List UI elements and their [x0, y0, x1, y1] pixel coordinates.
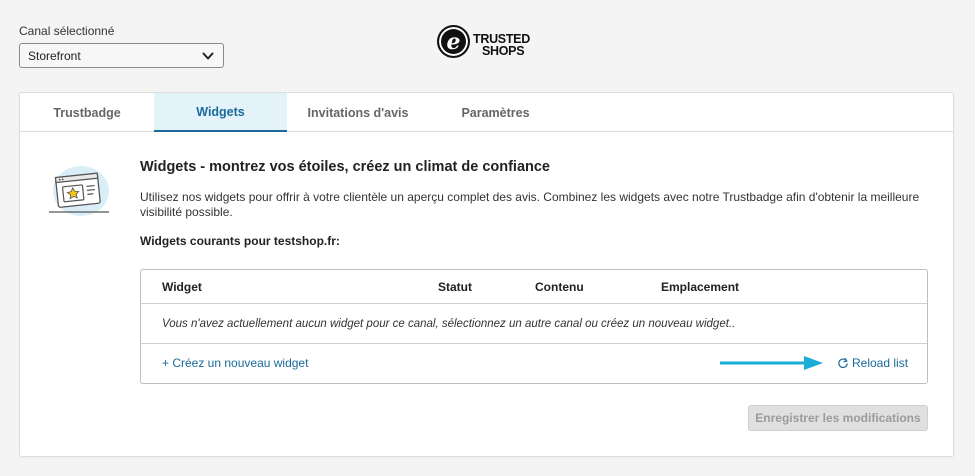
- current-widgets-label: Widgets courants pour testshop.fr:: [140, 234, 340, 248]
- reload-list-button[interactable]: Reload list: [837, 356, 908, 370]
- tab-bar: Trustbadge Widgets Invitations d'avis Pa…: [20, 93, 953, 132]
- tab-trustbadge[interactable]: Trustbadge: [20, 93, 154, 132]
- column-header-statut: Statut: [438, 280, 472, 294]
- create-widget-link[interactable]: + Créez un nouveau widget: [162, 356, 308, 370]
- trusted-shops-logo: e TRUSTED SHOPS: [437, 25, 530, 58]
- page-title: Widgets - montrez vos étoiles, créez un …: [140, 159, 551, 175]
- channel-label: Canal sélectionné: [19, 24, 115, 38]
- logo-line-2: SHOPS: [482, 43, 525, 58]
- widget-illustration-icon: [49, 166, 109, 216]
- channel-select[interactable]: Storefront: [19, 43, 224, 68]
- tab-invitations[interactable]: Invitations d'avis: [287, 93, 429, 132]
- column-header-widget: Widget: [162, 280, 202, 294]
- table-header: Widget Statut Contenu Emplacement: [141, 270, 927, 304]
- chevron-down-icon: [202, 52, 214, 59]
- save-changes-button[interactable]: Enregistrer les modifications: [748, 405, 928, 431]
- reload-icon: [838, 358, 848, 368]
- column-header-emplacement: Emplacement: [661, 280, 740, 294]
- tab-parametres[interactable]: Paramètres: [429, 93, 562, 132]
- divider: [141, 343, 927, 344]
- empty-state-message: Vous n'avez actuellement aucun widget po…: [162, 318, 736, 330]
- widgets-table: Widget Statut Contenu Emplacement Vous n…: [140, 269, 928, 384]
- channel-selected-value: Storefront: [28, 48, 81, 63]
- annotation-arrow-icon: [720, 356, 823, 370]
- tab-widgets[interactable]: Widgets: [154, 93, 287, 132]
- settings-card: Trustbadge Widgets Invitations d'avis Pa…: [19, 92, 954, 457]
- logo-line-1: TRUSTED: [473, 31, 530, 46]
- page-description: Utilisez nos widgets pour offrir à votre…: [140, 190, 920, 219]
- trusted-shops-e-icon: e: [437, 25, 470, 58]
- column-header-contenu: Contenu: [535, 280, 584, 294]
- logo-wordmark: TRUSTED SHOPS: [473, 31, 530, 58]
- reload-list-label: Reload list: [852, 356, 909, 370]
